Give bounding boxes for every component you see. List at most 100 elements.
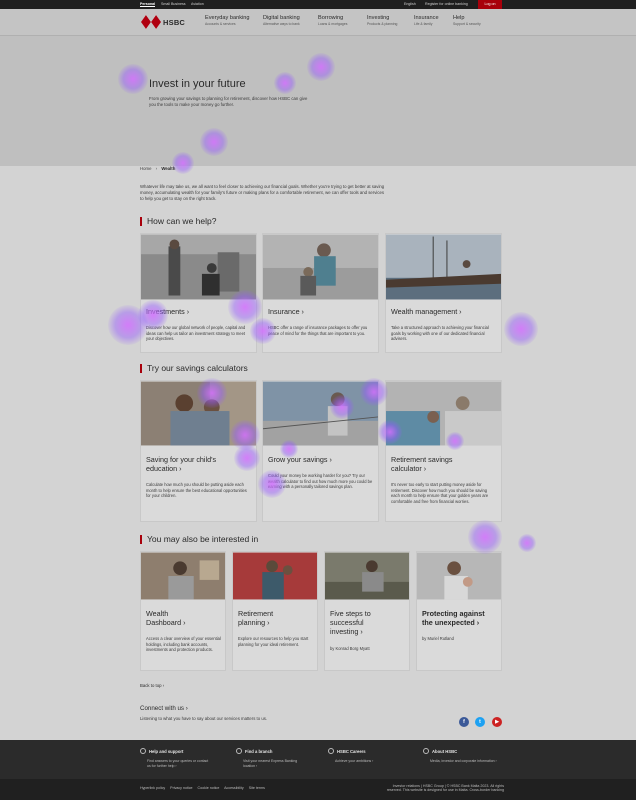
nav-sublabel: Products & planning — [367, 22, 398, 26]
card-protecting-unexpected[interactable]: Protecting against the unexpected › by M… — [416, 551, 502, 671]
footer-careers[interactable]: HSBC Careers Achieve your ambitions › — [328, 748, 405, 764]
protecting-unexpected-photo — [417, 552, 501, 600]
card-title[interactable]: Insurance › — [268, 307, 304, 316]
card-description: Take a structured approach to achieving … — [391, 325, 489, 342]
card-title-line2[interactable]: education › — [146, 464, 182, 473]
card-five-steps-investing[interactable]: Five steps to successful investing › by … — [324, 551, 410, 671]
footer-help-support[interactable]: Help and support Find answers to your qu… — [140, 748, 212, 769]
connect-text: Listening to what you have to say about … — [140, 716, 268, 721]
privacy-notice-link[interactable]: Privacy notice — [170, 786, 192, 790]
card-title[interactable]: Retirement savings — [391, 455, 453, 464]
legal-links: Hyperlink policy Privacy notice Cookie n… — [140, 786, 269, 790]
section-heading-help: How can we help? — [140, 217, 216, 226]
tab-aviation[interactable]: Aviation — [191, 2, 204, 6]
card-title-line2[interactable]: the unexpected › — [422, 618, 479, 627]
nav-label: Everyday banking — [205, 15, 250, 21]
breadcrumb-home[interactable]: Home — [140, 166, 151, 171]
facebook-icon[interactable]: f — [459, 717, 469, 727]
logon-button[interactable]: Log on — [478, 0, 502, 9]
card-byline: by Muriel Rutland — [422, 636, 454, 641]
card-description: Calculate how much you should be putting… — [146, 482, 247, 499]
heatmap-spot — [504, 312, 538, 346]
grow-savings-photo — [263, 381, 378, 446]
nav-help[interactable]: Help Support & security — [453, 15, 481, 26]
main-header: HSBC Everyday banking Accounts & services… — [0, 9, 636, 36]
footer-link[interactable]: Achieve your ambitions › — [335, 759, 405, 764]
nav-investing[interactable]: Investing Products & planning — [367, 15, 397, 26]
hero-text: From growing your savings to planning fo… — [149, 96, 308, 107]
breadcrumb-current: Wealth — [161, 166, 176, 171]
wealth-management-photo — [386, 234, 501, 300]
card-title[interactable]: Wealth management › — [391, 307, 462, 316]
card-title-line2[interactable]: calculator › — [391, 464, 426, 473]
phone-icon — [140, 748, 146, 754]
hsbc-logo[interactable]: HSBC — [141, 15, 187, 29]
card-retirement-savings[interactable]: Retirement savings calculator › It's nev… — [385, 380, 502, 522]
card-title[interactable]: Retirement — [238, 609, 273, 618]
nav-borrowing[interactable]: Borrowing Loans & mortgages — [318, 15, 347, 26]
page: Personal Small Business Aviation English… — [0, 0, 636, 800]
footer-about[interactable]: About HSBC Media, investor and corporate… — [423, 748, 498, 764]
child-education-photo — [141, 381, 256, 446]
section-heading-calculators: Try our savings calculators — [140, 364, 248, 373]
intro-text: Whatever life may take us, we all want t… — [140, 184, 385, 201]
card-wealth-dashboard[interactable]: Wealth Dashboard › Access a clear overvi… — [140, 551, 226, 671]
footer-heading: HSBC Careers — [337, 748, 366, 754]
hyperlink-policy-link[interactable]: Hyperlink policy — [140, 786, 165, 790]
nav-sublabel: Loans & mortgages — [318, 22, 348, 26]
footer-find-branch[interactable]: Find a branch Visit your nearest Express… — [236, 748, 303, 769]
footer-heading: About HSBC — [432, 748, 458, 754]
nav-label: Help — [453, 15, 465, 21]
language-selector[interactable]: English — [404, 2, 416, 6]
card-insurance[interactable]: Insurance › HSBC offer a range of insura… — [262, 233, 379, 353]
card-retirement-planning[interactable]: Retirement planning › Explore our resour… — [232, 551, 318, 671]
hsbc-hexagon-icon — [141, 15, 161, 29]
copyright-line2: reserved. This website is designed for u… — [386, 788, 504, 793]
register-link[interactable]: Register for online banking — [425, 2, 468, 6]
card-wealth-management[interactable]: Wealth management › Take a structured ap… — [385, 233, 502, 353]
location-icon — [236, 748, 242, 754]
card-investments[interactable]: Investments › Discover how our global ne… — [140, 233, 257, 353]
card-title[interactable]: Five steps to — [330, 609, 371, 618]
brand-name: HSBC — [163, 18, 186, 27]
card-description: It's never too early to start putting mo… — [391, 482, 489, 504]
nav-everyday-banking[interactable]: Everyday banking Accounts & services — [205, 15, 249, 26]
card-title[interactable]: Saving for your child's — [146, 455, 216, 464]
tab-small-business[interactable]: Small Business — [161, 2, 186, 6]
nav-label: Digital banking — [263, 15, 300, 21]
nav-label: Investing — [367, 15, 390, 21]
card-title[interactable]: Investments › — [146, 307, 189, 316]
wealth-dashboard-photo — [141, 552, 225, 600]
card-title-line3[interactable]: investing › — [330, 627, 363, 636]
section-heading-interest: You may also be interested in — [140, 535, 258, 544]
nav-sublabel: Support & security — [453, 22, 481, 26]
nav-label: Borrowing — [318, 15, 344, 21]
card-child-education[interactable]: Saving for your child's education › Calc… — [140, 380, 257, 522]
footer-heading: Help and support — [149, 748, 184, 754]
tab-personal[interactable]: Personal — [140, 2, 156, 7]
card-description: Could your money be working harder for y… — [268, 473, 373, 490]
nav-insurance[interactable]: Insurance Life & family — [414, 15, 439, 26]
card-title-line2[interactable]: successful — [330, 618, 364, 627]
card-title-line2[interactable]: planning › — [238, 618, 270, 627]
card-title[interactable]: Protecting against — [422, 609, 485, 618]
card-grow-savings[interactable]: Grow your savings › Could your money be … — [262, 380, 379, 522]
nav-sublabel: Life & family — [414, 22, 433, 26]
twitter-icon[interactable]: t — [475, 717, 485, 727]
accessibility-link[interactable]: Accessibility — [224, 786, 244, 790]
footer-link[interactable]: Find answers to your queries or contact … — [147, 759, 212, 769]
insurance-photo — [263, 234, 378, 300]
nav-digital-banking[interactable]: Digital banking Alternative ways to bank — [263, 15, 300, 26]
back-to-top-link[interactable]: Back to top › — [140, 683, 164, 688]
footer-link[interactable]: Visit your nearest Express Banking locat… — [243, 759, 303, 769]
card-title[interactable]: Wealth — [146, 609, 168, 618]
footer-link[interactable]: Media, investor and corporate informatio… — [430, 759, 498, 764]
connect-heading[interactable]: Connect with us › — [140, 705, 188, 712]
cookie-notice-link[interactable]: Cookie notice — [198, 786, 220, 790]
card-byline: by Konrad Borg Myatt — [330, 646, 370, 651]
nav-label: Insurance — [414, 15, 439, 21]
youtube-icon[interactable]: ▶ — [492, 717, 502, 727]
site-terms-link[interactable]: Site terms — [249, 786, 265, 790]
card-title[interactable]: Grow your savings › — [268, 455, 332, 464]
card-title-line2[interactable]: Dashboard › — [146, 618, 186, 627]
